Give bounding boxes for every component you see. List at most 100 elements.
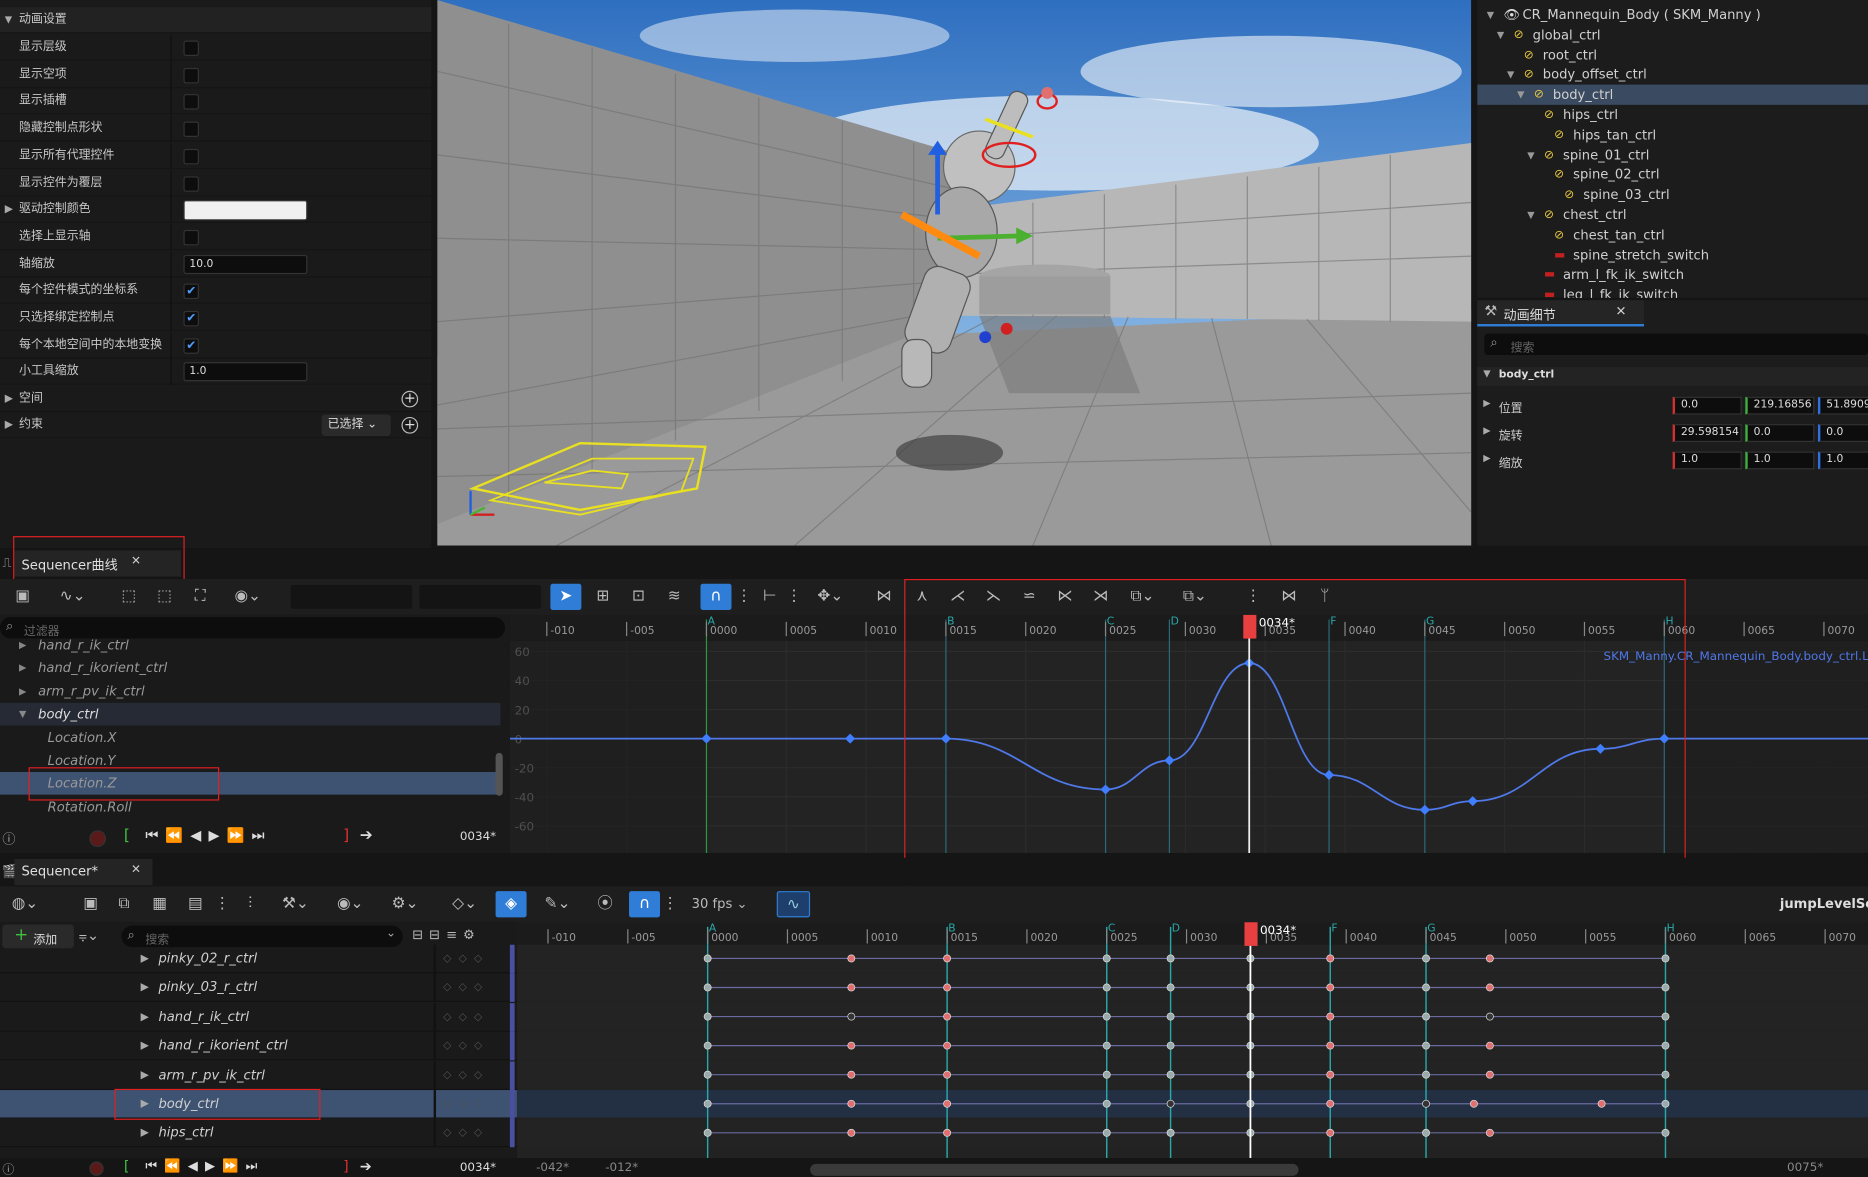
settings-row[interactable]: 每个本地空间中的本地变换 ✔ xyxy=(0,332,432,359)
marked-frame-label[interactable]: D xyxy=(1172,922,1180,935)
keyframe[interactable] xyxy=(847,1041,856,1050)
expand-arrow-icon[interactable]: ▶ xyxy=(19,680,26,703)
keyframe[interactable] xyxy=(847,983,856,992)
view-options-icon[interactable]: ◉⌄ xyxy=(229,584,267,610)
expand-arrow-icon[interactable]: ▼ xyxy=(19,703,26,726)
browse-icon[interactable]: ⧉ xyxy=(112,891,136,917)
curve-tree-item[interactable]: Rotation.Roll xyxy=(0,796,500,819)
key-navigation-icons[interactable]: ◇◇◇ xyxy=(443,974,489,1003)
hierarchy-item[interactable]: ▼ ⊘ global_ctrl xyxy=(1477,25,1868,45)
marked-frame-label[interactable]: G xyxy=(1426,615,1434,628)
curve-key[interactable] xyxy=(1164,755,1175,766)
tab-sequencer[interactable]: Sequencer* ✕ xyxy=(14,858,153,886)
axis-snap-icon[interactable]: ✥⌄ xyxy=(810,584,851,610)
keyframe[interactable] xyxy=(1661,1099,1670,1108)
constant-tangent-icon[interactable]: ⋊ xyxy=(1086,584,1115,610)
settings-row[interactable]: 显示控件为覆层 xyxy=(0,169,432,196)
checkbox[interactable] xyxy=(183,40,199,56)
curve-key[interactable] xyxy=(1467,796,1478,807)
marked-frame-label[interactable]: C xyxy=(1107,615,1114,628)
linear-tangent-icon[interactable]: ⋉ xyxy=(1051,584,1080,610)
expand-arrow-icon[interactable]: ▶ xyxy=(5,197,13,223)
marked-frame-label[interactable]: G xyxy=(1427,922,1435,935)
hierarchy-item[interactable]: ▬ arm_l_fk_ik_switch xyxy=(1477,265,1868,285)
keyframe[interactable] xyxy=(1166,954,1175,963)
checkbox[interactable] xyxy=(183,229,199,246)
key-navigation-icons[interactable]: ◇◇◇ xyxy=(443,1003,489,1032)
settings-row[interactable]: 每个控件模式的坐标系 ✔ xyxy=(0,277,432,305)
track-row[interactable]: ▶ hand_r_ik_ctrl ◇◇◇ xyxy=(0,1002,518,1032)
keyframe[interactable] xyxy=(1326,1041,1335,1050)
keyframe[interactable] xyxy=(943,1070,952,1079)
transform-value-field[interactable]: 219.16856 xyxy=(1745,396,1815,415)
settings-row[interactable]: 小工具缩放 1.0 xyxy=(0,359,432,386)
keyframe[interactable] xyxy=(1326,1099,1335,1108)
hierarchy-item[interactable]: ▼ ⊘ body_offset_ctrl xyxy=(1477,65,1868,85)
keyframe[interactable] xyxy=(847,1012,856,1021)
more-icon[interactable]: ⋮ xyxy=(736,584,751,610)
marked-frame-label[interactable]: B xyxy=(947,615,954,628)
keyframe[interactable] xyxy=(943,1041,952,1050)
hierarchy-item[interactable]: ⊘ hips_ctrl xyxy=(1477,105,1868,125)
keyframe[interactable] xyxy=(1422,954,1430,963)
loop-icon[interactable]: ➔ xyxy=(360,827,373,845)
hierarchy-item[interactable]: ▬ spine_stretch_switch xyxy=(1477,245,1868,265)
hierarchy-item[interactable]: ⊘ root_ctrl xyxy=(1477,45,1868,65)
expand-arrow-icon[interactable]: ▼ xyxy=(1527,145,1534,165)
key-navigation-icons[interactable]: ◇◇◇ xyxy=(443,1032,489,1061)
marked-frame-label[interactable]: C xyxy=(1108,922,1115,935)
playhead-handle[interactable] xyxy=(1243,614,1257,639)
transform-value-field[interactable]: 29.598154 xyxy=(1672,424,1742,442)
tree-scrollbar[interactable] xyxy=(495,752,503,796)
auto-key-icon[interactable]: ◈ xyxy=(495,891,527,918)
keyframe[interactable] xyxy=(1166,1128,1175,1137)
add-constraint-icon[interactable]: + xyxy=(401,416,419,434)
keyframe[interactable] xyxy=(1422,1099,1430,1108)
keyframe[interactable] xyxy=(1166,1012,1175,1021)
transform-value-field[interactable]: 0.0 xyxy=(1817,424,1868,442)
settings-row[interactable]: 隐藏控制点形状 xyxy=(0,115,432,142)
curve-key[interactable] xyxy=(845,733,856,744)
keyframe[interactable] xyxy=(1661,1041,1670,1050)
track-row[interactable]: ▶ pinky_02_r_ctrl ◇◇◇ xyxy=(0,944,518,974)
transform-value-field[interactable]: 1.0 xyxy=(1672,451,1742,470)
keyframe[interactable] xyxy=(1326,1012,1335,1021)
pre-infinity-icon[interactable]: ⧉⌄ xyxy=(1125,584,1161,610)
sequencer-track-area[interactable]: -010 -005 0000 0005 0010 0015 0020 0025 0030 0035… xyxy=(517,922,1868,1161)
keyframe[interactable] xyxy=(1102,983,1111,992)
keyframe[interactable] xyxy=(847,1128,856,1137)
keyframe[interactable] xyxy=(1485,1128,1494,1137)
sequencer-track-canvas[interactable]: -010 -005 0000 0005 0010 0015 0020 0025 0030 0035… xyxy=(517,922,1868,1161)
track-row[interactable]: ▶ arm_r_pv_ik_ctrl ◇◇◇ xyxy=(0,1060,518,1090)
checkbox[interactable]: ✔ xyxy=(183,310,199,327)
transport-controls[interactable]: ⏮⏪◀▶⏩⏭ xyxy=(145,1158,264,1175)
record-button[interactable] xyxy=(89,830,107,848)
transform-value-field[interactable]: 1.0 xyxy=(1745,451,1815,470)
close-icon[interactable]: ✕ xyxy=(131,864,141,877)
settings-row[interactable]: ▶ 驱动控制颜色 xyxy=(0,196,432,224)
flatten-tangents-icon[interactable]: ⋈ xyxy=(870,584,899,610)
keyframe[interactable] xyxy=(1166,1099,1175,1108)
marked-frame-label[interactable]: F xyxy=(1331,922,1337,935)
out-point-icon[interactable]: ] xyxy=(343,1158,349,1175)
straighten-tangents-icon[interactable]: ⋏ xyxy=(908,584,937,610)
expand-arrow-icon[interactable]: ▼ xyxy=(1487,5,1494,25)
number-field[interactable]: 1.0 xyxy=(183,362,308,382)
constraint-select[interactable]: 已选择 ⌄ xyxy=(321,414,391,437)
curve-key[interactable] xyxy=(940,733,951,744)
expand-arrow-icon[interactable]: ▼ xyxy=(1517,85,1524,105)
keyframe[interactable] xyxy=(1485,1012,1494,1021)
keyframe[interactable] xyxy=(943,1012,952,1021)
details-tab[interactable]: ⚒ 动画细节 ✕ xyxy=(1477,300,1645,327)
keyframe[interactable] xyxy=(1102,1128,1111,1137)
keyframe[interactable] xyxy=(1326,983,1335,992)
more-icon[interactable]: ⋮ xyxy=(786,584,801,610)
keyframe[interactable] xyxy=(1422,1012,1430,1021)
key-options-icon[interactable]: ◇⌄ xyxy=(446,891,484,917)
marked-frame-label[interactable]: H xyxy=(1665,615,1673,628)
expand-arrow-icon[interactable]: ▶ xyxy=(1483,425,1490,436)
expand-arrow-icon[interactable]: ▶ xyxy=(141,945,149,974)
keyframe[interactable] xyxy=(1102,954,1111,963)
hierarchy-item[interactable]: ▬ leg_l_fk_ik_switch xyxy=(1477,285,1868,297)
keyframe[interactable] xyxy=(703,1128,712,1137)
